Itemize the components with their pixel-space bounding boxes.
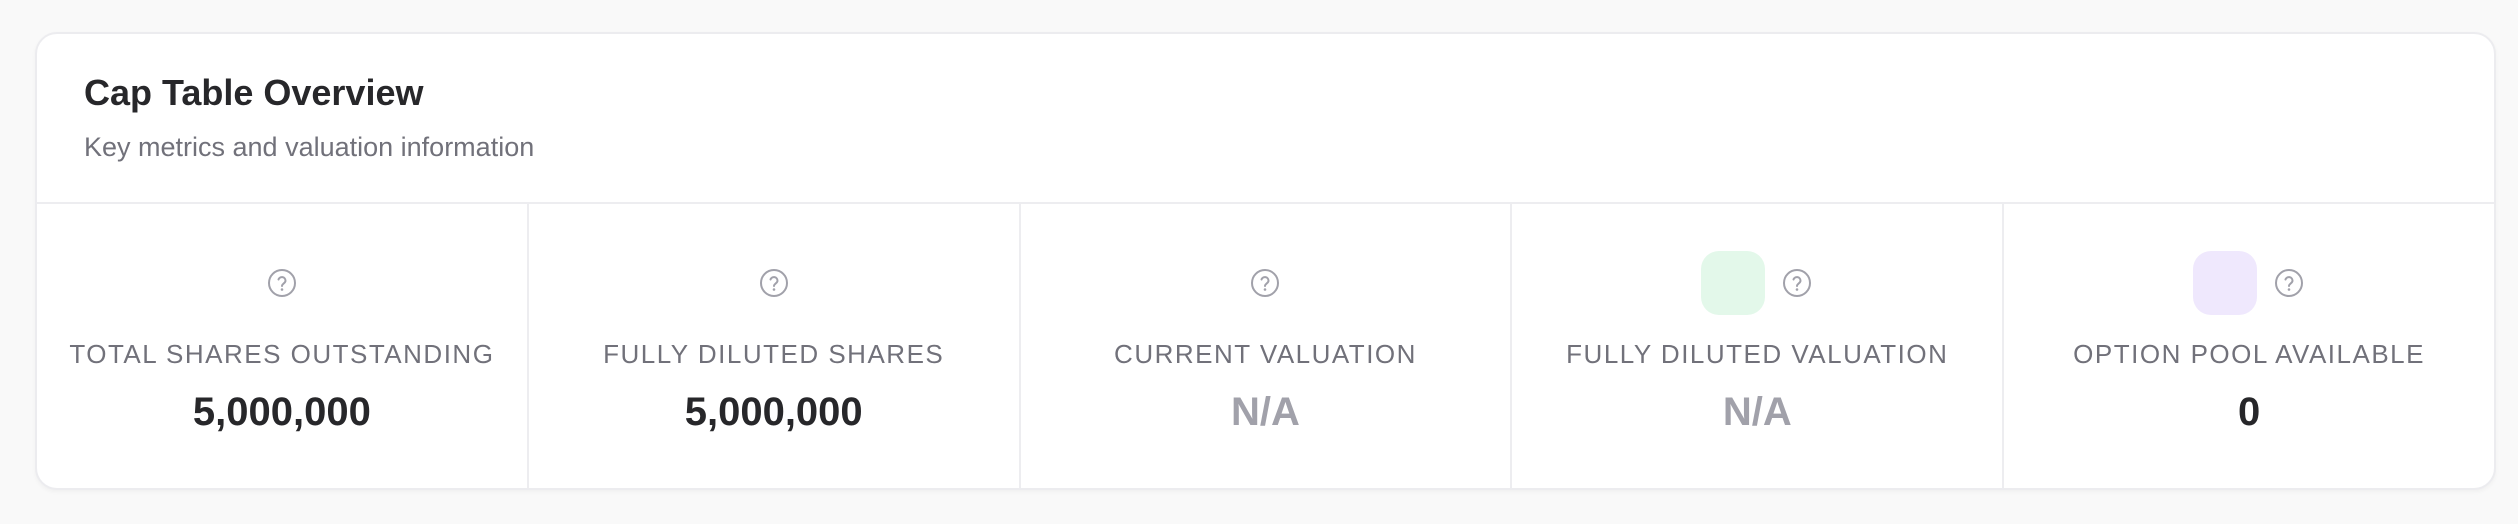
metric-icons bbox=[1512, 251, 2002, 315]
option-pool-tile-icon bbox=[2193, 251, 2258, 315]
metric-current-valuation: CURRENT VALUATION N/A bbox=[1021, 204, 1513, 488]
metric-fully-diluted-valuation: FULLY DILUTED VALUATION N/A bbox=[1512, 204, 2005, 488]
metric-value: 5,000,000 bbox=[684, 390, 863, 434]
cap-table-overview-card: Cap Table Overview Key metrics and valua… bbox=[35, 32, 2496, 490]
metric-option-pool-available: OPTION POOL AVAILABLE 0 bbox=[2004, 204, 2494, 488]
card-subtitle: Key metrics and valuation information bbox=[84, 132, 535, 162]
metric-label: OPTION POOL AVAILABLE bbox=[2073, 339, 2425, 369]
metric-fully-diluted-shares: FULLY DILUTED SHARES 5,000,000 bbox=[529, 204, 1021, 488]
metric-value: N/A bbox=[1231, 390, 1300, 434]
metric-label: TOTAL SHARES OUTSTANDING bbox=[69, 339, 495, 369]
metric-icons bbox=[2004, 251, 2494, 315]
help-circle-icon[interactable] bbox=[2273, 267, 2305, 299]
metric-value: 5,000,000 bbox=[192, 390, 371, 434]
metric-label: CURRENT VALUATION bbox=[1114, 339, 1417, 369]
metric-label: FULLY DILUTED SHARES bbox=[603, 339, 945, 369]
card-title: Cap Table Overview bbox=[84, 72, 424, 113]
metric-value: 0 bbox=[2237, 390, 2261, 434]
valuation-tile-icon bbox=[1701, 251, 1766, 315]
metric-icons bbox=[1021, 251, 1511, 315]
help-circle-icon[interactable] bbox=[1249, 267, 1281, 299]
metric-icons bbox=[37, 251, 527, 315]
metric-icons bbox=[529, 251, 1019, 315]
metric-total-shares-outstanding: TOTAL SHARES OUTSTANDING 5,000,000 bbox=[37, 204, 529, 488]
help-circle-icon[interactable] bbox=[266, 267, 298, 299]
metric-label: FULLY DILUTED VALUATION bbox=[1566, 339, 1949, 369]
help-circle-icon[interactable] bbox=[758, 267, 790, 299]
help-circle-icon[interactable] bbox=[1781, 267, 1813, 299]
metrics-row: TOTAL SHARES OUTSTANDING 5,000,000 FULLY… bbox=[37, 204, 2494, 488]
metric-value: N/A bbox=[1722, 390, 1792, 434]
card-header: Cap Table Overview Key metrics and valua… bbox=[37, 34, 2494, 204]
